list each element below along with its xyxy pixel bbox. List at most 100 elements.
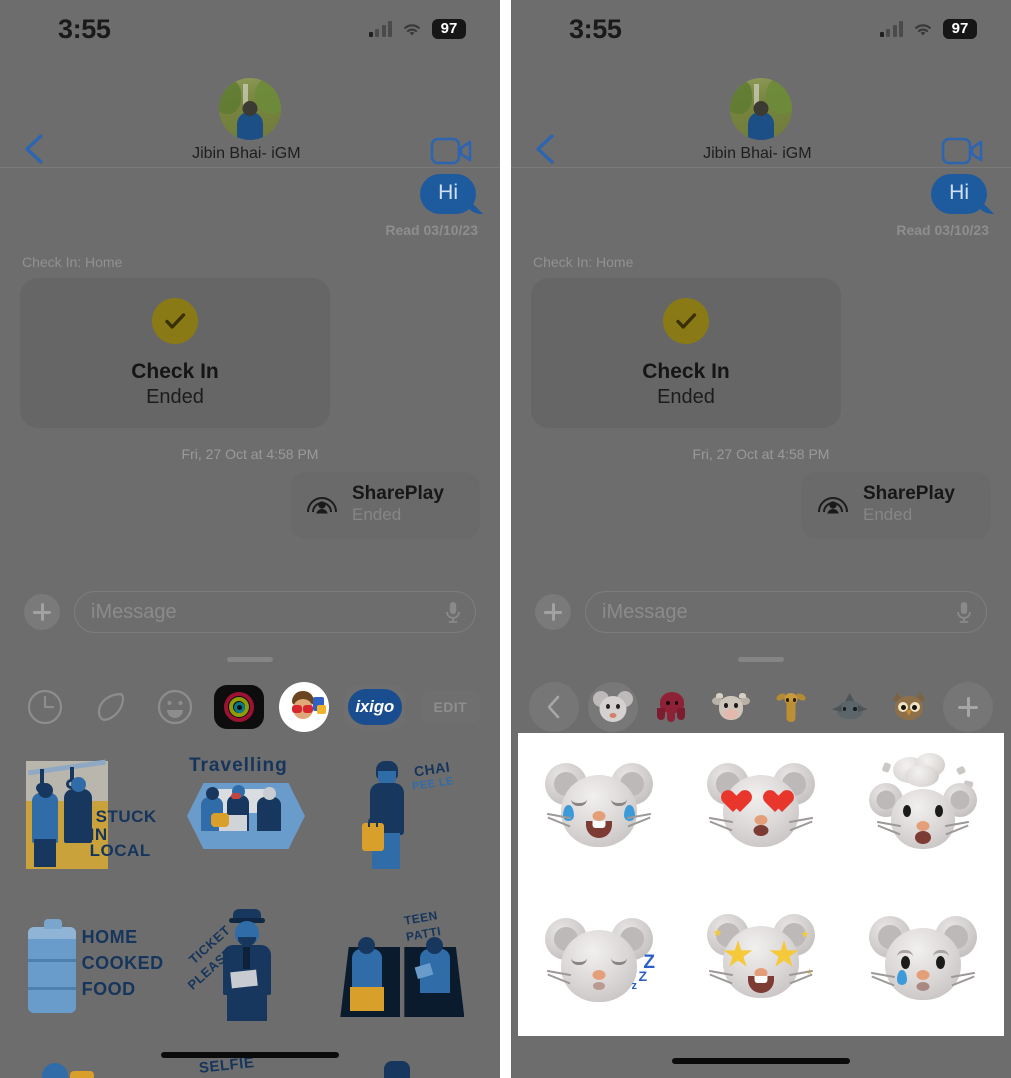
home-indicator-right: [672, 1058, 850, 1064]
memoji-back-button[interactable]: [529, 682, 579, 732]
sticker-stuck-in-local[interactable]: STUCK IN LOCAL: [18, 753, 168, 893]
contact-disclosure-chevron: ›: [814, 146, 819, 162]
octopus-memoji-icon: [653, 691, 691, 723]
checkin-status: Ended: [146, 385, 204, 408]
ixigo-app[interactable]: ixigo: [343, 685, 406, 729]
shareplay-status: Ended: [352, 504, 402, 524]
memoji-sticker-star-struck[interactable]: [702, 904, 820, 1016]
phone-screen-left: 3:55 97 Jibin Bhai- iGM › Hi Read 03/10/…: [0, 0, 500, 1078]
sticker-chai-pee-le[interactable]: CHAI PEE LE: [332, 753, 482, 893]
message-row-outgoing: Hi: [531, 174, 991, 214]
status-time: 3:55: [58, 13, 111, 44]
memoji-app[interactable]: [279, 682, 329, 732]
nav-bar-left: Jibin Bhai- iGM ›: [0, 58, 500, 168]
home-indicator-left: [161, 1052, 339, 1058]
plus-icon: [33, 603, 51, 621]
checkin-card[interactable]: Check In Ended: [20, 278, 330, 428]
contact-avatar[interactable]: [729, 78, 792, 140]
memoji-sticker-mind-blown[interactable]: [864, 752, 982, 865]
sticker-teen-patti[interactable]: TEEN PATTI: [332, 903, 482, 1043]
memoji-shark[interactable]: [825, 682, 875, 732]
message-input-field[interactable]: iMessage: [74, 591, 476, 633]
checkmark-badge-icon: [663, 297, 709, 344]
memoji-sticker-heart-eyes[interactable]: [702, 753, 820, 865]
message-input-field[interactable]: iMessage: [585, 591, 987, 633]
memoji-mouse[interactable]: [588, 682, 639, 732]
shareplay-card[interactable]: SharePlay Ended: [801, 472, 991, 540]
cellular-signal-icon: [879, 21, 903, 37]
clock-icon: [27, 689, 63, 725]
add-attachment-button[interactable]: [24, 594, 60, 630]
message-input-placeholder: iMessage: [602, 600, 688, 623]
memoji-octopus[interactable]: [647, 682, 697, 732]
facetime-video-icon[interactable]: [941, 136, 985, 166]
screenshot-root: 3:55 97 Jibin Bhai- iGM › Hi Read 03/10/…: [0, 0, 1011, 1078]
microphone-icon[interactable]: [445, 600, 461, 624]
status-indicators: 97: [879, 19, 977, 39]
back-chevron-icon[interactable]: [20, 132, 48, 166]
shareplay-card[interactable]: SharePlay Ended: [290, 472, 480, 540]
shark-memoji-icon: [831, 691, 869, 723]
recents-clock-app[interactable]: [20, 682, 70, 732]
sticker-ticket-please[interactable]: TICKET PLEASE: [175, 903, 325, 1043]
add-attachment-button[interactable]: [535, 594, 571, 630]
back-chevron-icon[interactable]: [531, 132, 559, 166]
shareplay-icon: [818, 496, 848, 514]
edit-apps-button[interactable]: EDIT: [420, 690, 480, 724]
contact-name-text: Jibin Bhai- iGM: [192, 145, 301, 162]
memoji-cow[interactable]: [706, 682, 756, 732]
message-input-placeholder: iMessage: [91, 600, 177, 623]
cow-memoji-icon: [712, 691, 751, 723]
checkin-label: Check In: Home: [22, 254, 123, 270]
contact-header[interactable]: Jibin Bhai- iGM ›: [703, 78, 819, 163]
memoji-owl[interactable]: [884, 682, 934, 732]
sticker-home-cooked-food[interactable]: HOME COOKED FOOD: [18, 903, 168, 1043]
shareplay-icon: [307, 496, 337, 514]
owl-memoji-icon: [890, 691, 928, 723]
app-drawer-handle[interactable]: [738, 657, 784, 662]
status-indicators: 97: [368, 19, 466, 39]
nav-bar-right: Jibin Bhai- iGM ›: [511, 58, 1011, 168]
shareplay-row: SharePlay Ended: [531, 472, 991, 540]
microphone-icon[interactable]: [956, 600, 972, 624]
message-bubble-hi[interactable]: Hi: [931, 174, 987, 214]
smiley-face-icon: [157, 689, 192, 725]
memoji-sticker-sleeping[interactable]: Z Z z: [540, 904, 658, 1016]
checkin-title: Check In: [131, 359, 219, 383]
message-timestamp: Fri, 27 Oct at 4:58 PM: [181, 446, 319, 462]
fitness-app[interactable]: [214, 685, 265, 729]
memoji-add-button[interactable]: [942, 682, 993, 732]
memoji-giraffe[interactable]: [766, 682, 816, 732]
sticker-partial-row-1[interactable]: [18, 1053, 168, 1078]
contact-header[interactable]: Jibin Bhai- iGM ›: [192, 78, 308, 163]
message-bubble-hi[interactable]: Hi: [420, 174, 476, 214]
ixigo-sticker-grid: STUCK IN LOCAL Travelling CHAI PEE LE HO…: [0, 748, 500, 1078]
sticker-moon-icon: [97, 692, 124, 722]
memoji-selector-strip: [511, 680, 1011, 734]
shareplay-title: SharePlay: [352, 483, 444, 504]
contact-name-text: Jibin Bhai- iGM: [703, 145, 812, 162]
emoji-app[interactable]: [150, 682, 200, 732]
memoji-sticker-sad-tear[interactable]: [864, 904, 982, 1016]
facetime-video-icon[interactable]: [430, 136, 474, 166]
contact-name[interactable]: Jibin Bhai- iGM ›: [192, 145, 308, 163]
shareplay-text: SharePlay Ended: [863, 483, 955, 525]
memoji-sticker-laughing-tears[interactable]: [540, 753, 658, 865]
app-drawer-handle[interactable]: [227, 657, 273, 662]
plus-icon: [544, 603, 562, 621]
checkmark-badge-icon: [152, 297, 198, 344]
phone-screen-right: 3:55 97 Jibin Bhai- iGM › Hi Read 03/10/…: [511, 0, 1011, 1078]
battery-indicator: 97: [432, 19, 466, 39]
contact-name[interactable]: Jibin Bhai- iGM ›: [703, 145, 819, 163]
wifi-icon: [404, 23, 420, 36]
stickers-app[interactable]: [85, 682, 135, 732]
ixigo-logo-icon: ixigo: [347, 689, 402, 725]
message-input-bar-left: iMessage: [0, 586, 500, 638]
message-timestamp: Fri, 27 Oct at 4:58 PM: [692, 446, 830, 462]
checkin-card[interactable]: Check In Ended: [531, 278, 841, 428]
sticker-partial-row-3[interactable]: [332, 1053, 482, 1078]
checkin-status: Ended: [657, 385, 715, 408]
sticker-travelling[interactable]: Travelling: [175, 753, 325, 893]
conversation-right: Hi Read 03/10/23 Check In: Home Check In…: [511, 168, 1011, 540]
contact-avatar[interactable]: [218, 78, 281, 140]
